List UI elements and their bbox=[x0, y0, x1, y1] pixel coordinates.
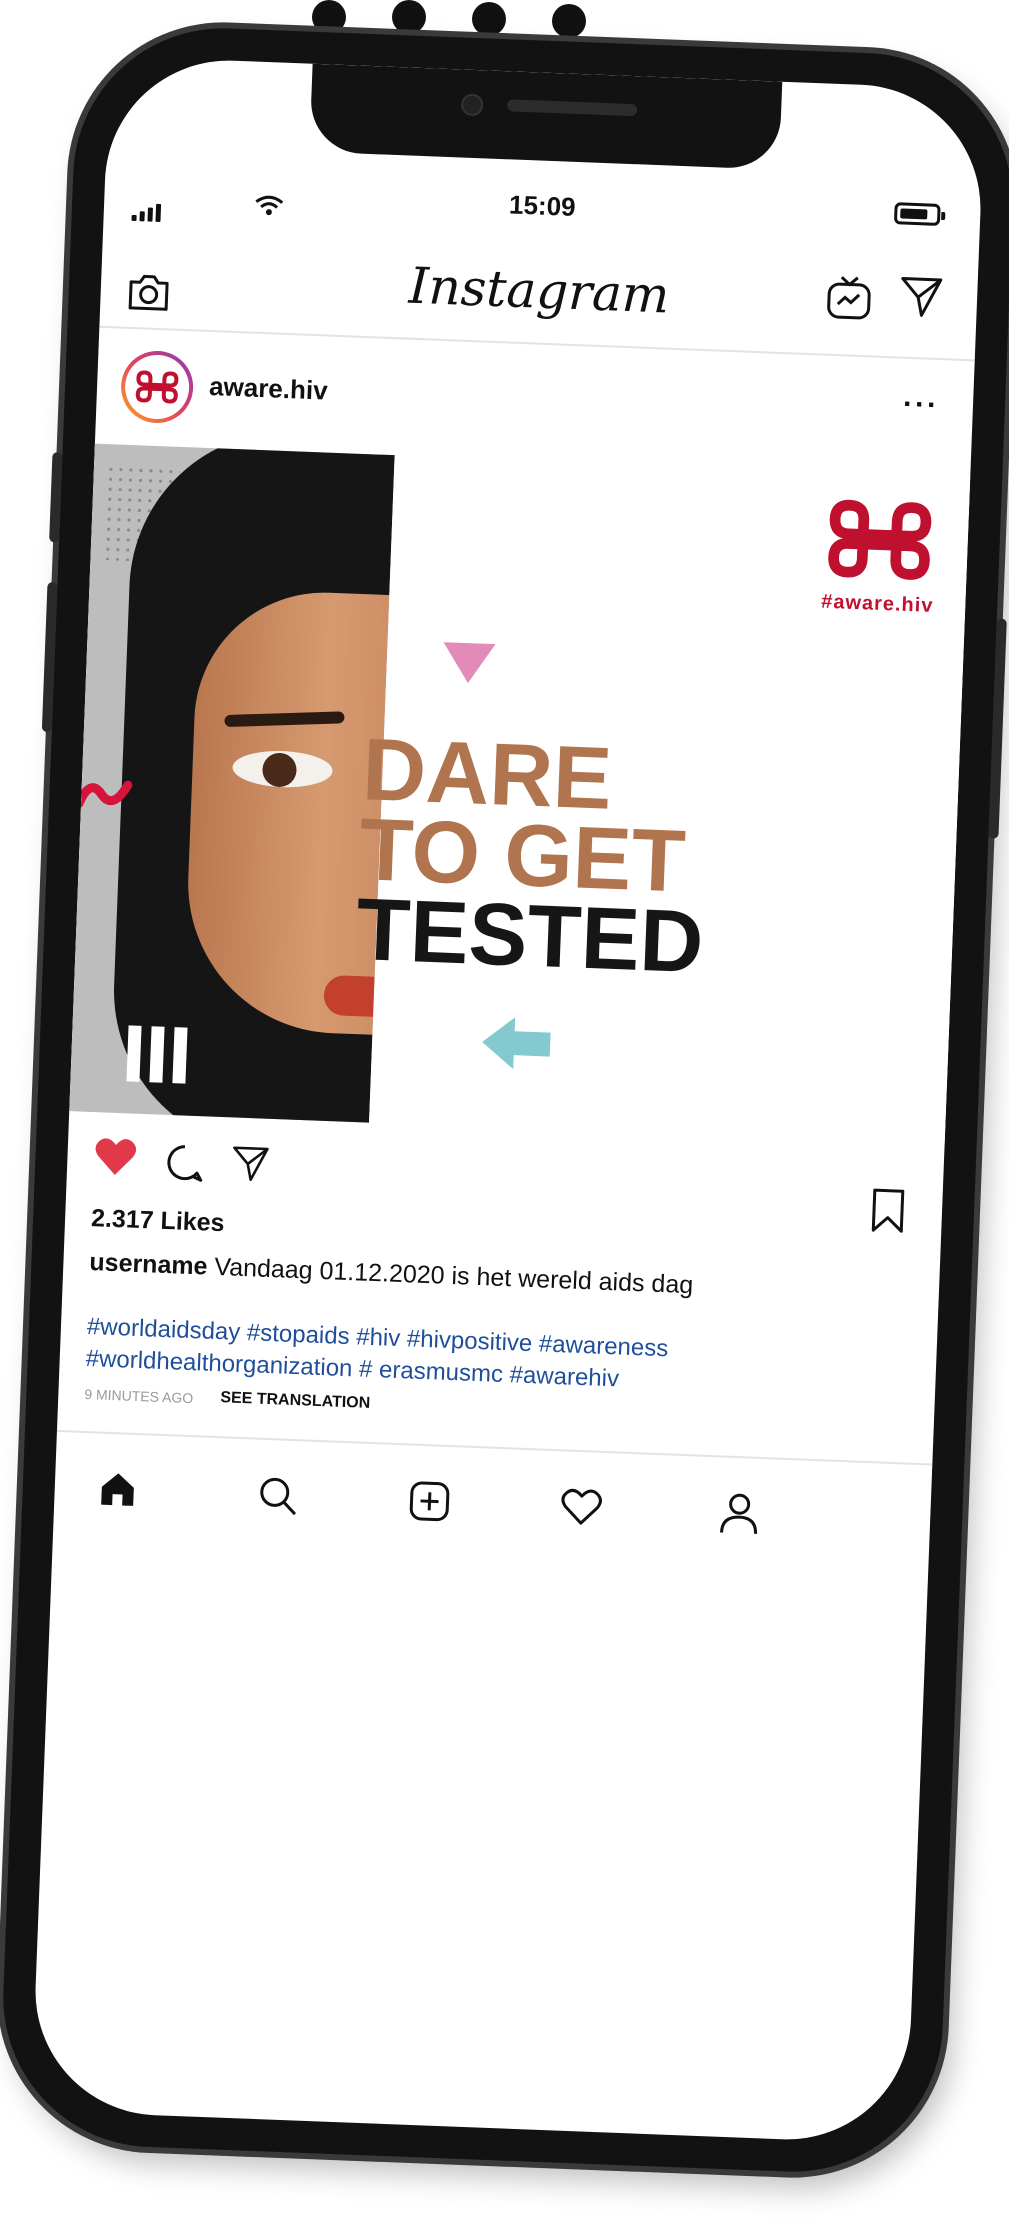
add-post-icon[interactable] bbox=[393, 1465, 466, 1538]
phone-screen: 15:09 Instagram aware.hiv ··· #aware.hiv… bbox=[30, 55, 986, 2145]
front-camera bbox=[460, 93, 484, 117]
post-header: aware.hiv ··· bbox=[95, 341, 974, 463]
decorative-dot bbox=[392, 0, 426, 34]
avatar[interactable] bbox=[119, 349, 195, 425]
headline: DARE TO GET TESTED bbox=[354, 719, 711, 992]
aware-hiv-logo-icon bbox=[135, 370, 179, 404]
search-icon[interactable] bbox=[241, 1459, 314, 1532]
notch bbox=[309, 63, 783, 170]
decorative-dot bbox=[312, 0, 346, 34]
caption-username[interactable]: username bbox=[89, 1248, 208, 1281]
post-graphic-panel: #aware.hiv DARE TO GET TESTED bbox=[355, 455, 971, 1145]
comment-icon[interactable] bbox=[158, 1137, 210, 1189]
portrait-photo bbox=[69, 443, 395, 1123]
teal-arrow-graphic bbox=[482, 1017, 551, 1070]
decorative-dot bbox=[552, 4, 586, 38]
likes-count[interactable]: 2.317 Likes bbox=[91, 1204, 225, 1238]
share-icon[interactable] bbox=[224, 1137, 276, 1189]
direct-message-icon[interactable] bbox=[892, 267, 950, 325]
bars-graphic bbox=[126, 1025, 188, 1084]
post-time: 9 MINUTES AGO bbox=[84, 1385, 194, 1407]
headline-line: TESTED bbox=[354, 879, 706, 992]
home-icon[interactable] bbox=[81, 1453, 154, 1526]
battery-icon bbox=[893, 202, 941, 226]
decorative-dot bbox=[472, 2, 506, 36]
activity-heart-icon[interactable] bbox=[545, 1471, 618, 1544]
post-username[interactable]: aware.hiv bbox=[209, 371, 329, 407]
aware-hiv-logo-icon bbox=[828, 499, 932, 580]
app-header: Instagram bbox=[99, 230, 979, 362]
heart-icon[interactable] bbox=[89, 1130, 143, 1184]
caption-text: Vandaag 01.12.2020 is het wereld aids da… bbox=[213, 1252, 694, 1300]
see-translation-link[interactable]: SEE TRANSLATION bbox=[220, 1389, 370, 1413]
bookmark-icon[interactable] bbox=[865, 1182, 911, 1240]
igtv-icon[interactable] bbox=[820, 268, 878, 326]
post-caption: username Vandaag 01.12.2020 is het werel… bbox=[89, 1248, 916, 1309]
pink-triangle-graphic bbox=[441, 642, 496, 685]
squiggle-graphic bbox=[74, 780, 133, 808]
status-time: 15:09 bbox=[508, 189, 577, 222]
brand-hashtag: #aware.hiv bbox=[820, 590, 934, 617]
bottom-nav bbox=[52, 1429, 933, 1576]
post-image[interactable]: #aware.hiv DARE TO GET TESTED bbox=[69, 443, 971, 1145]
profile-icon[interactable] bbox=[703, 1477, 776, 1550]
post-hashtags[interactable]: #worldaidsday #stopaids #hiv #hivpositiv… bbox=[85, 1311, 913, 1407]
phone-frame: 15:09 Instagram aware.hiv ··· #aware.hiv… bbox=[0, 22, 1009, 2178]
more-options-button[interactable]: ··· bbox=[902, 388, 939, 423]
aware-hiv-brand: #aware.hiv bbox=[807, 489, 952, 618]
earpiece-speaker bbox=[506, 99, 638, 117]
